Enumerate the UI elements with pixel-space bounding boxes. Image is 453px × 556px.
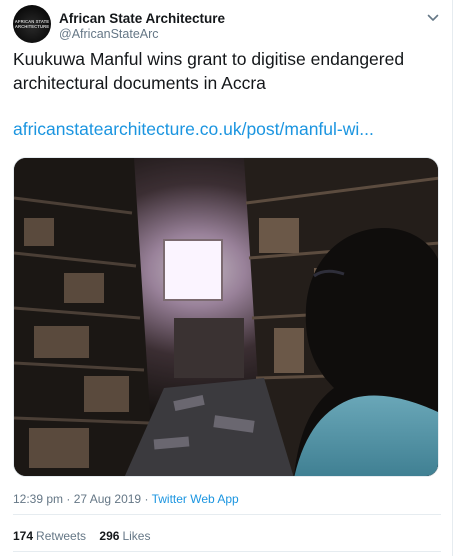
avatar-line-2: ARCHITECTURE <box>14 24 50 29</box>
retweets-stat[interactable]: 174 Retweets <box>13 529 86 543</box>
tweet-stats: 174 Retweets 296 Likes <box>13 529 160 543</box>
tweet-photo[interactable] <box>13 157 439 477</box>
likes-count: 296 <box>99 529 120 543</box>
divider <box>13 514 441 515</box>
tweet-card: AFRICAN STATE ARCHITECTURE African State… <box>0 0 453 556</box>
tweet-text: Kuukuwa Manful wins grant to digitise en… <box>13 49 405 93</box>
divider <box>13 551 441 552</box>
author-handle[interactable]: @AfricanStateArc <box>59 27 159 41</box>
tweet-link[interactable]: africanstatearchitecture.co.uk/post/manf… <box>13 117 441 141</box>
author-display-name[interactable]: African State Architecture <box>59 11 225 26</box>
meta-separator: · <box>144 492 149 506</box>
likes-stat[interactable]: 296 Likes <box>99 529 150 543</box>
tweet-timestamp[interactable]: 12:39 pm · 27 Aug 2019 <box>13 492 141 506</box>
archive-room-photo <box>14 158 438 476</box>
likes-label: Likes <box>122 529 151 543</box>
chevron-down-icon[interactable] <box>425 10 441 26</box>
tweet-source-link[interactable]: Twitter Web App <box>152 492 239 506</box>
retweets-label: Retweets <box>36 529 87 543</box>
avatar[interactable]: AFRICAN STATE ARCHITECTURE <box>13 5 51 43</box>
tweet-meta: 12:39 pm · 27 Aug 2019 · Twitter Web App <box>13 492 239 506</box>
retweets-count: 174 <box>13 529 34 543</box>
